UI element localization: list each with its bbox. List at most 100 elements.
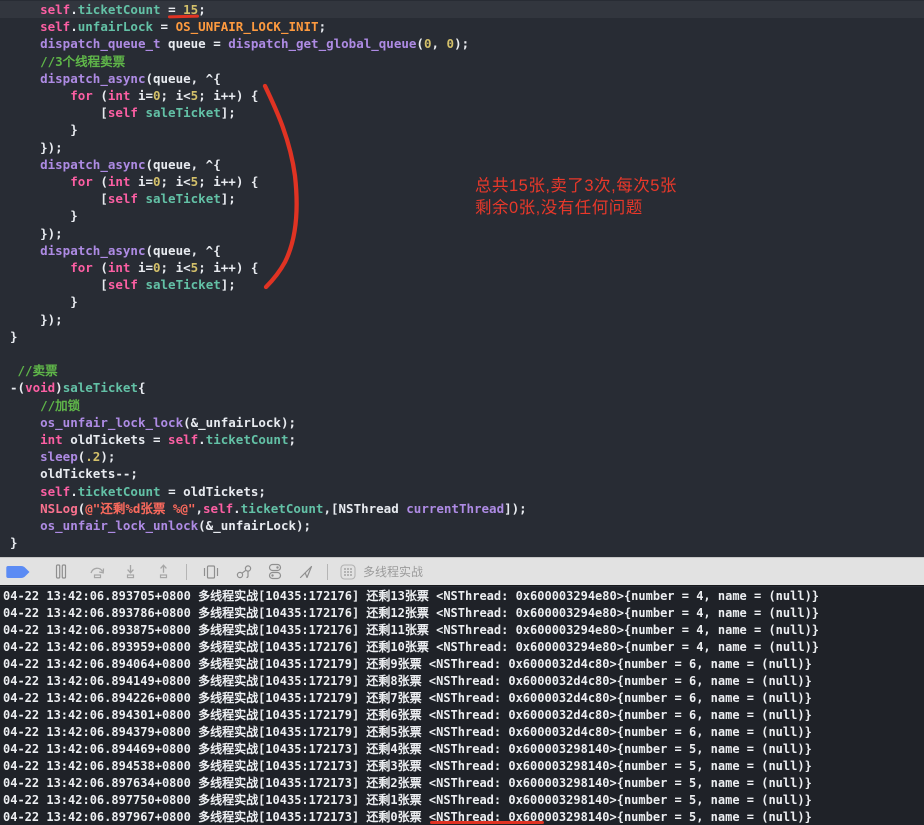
code-line: oldTickets--; [0,465,924,482]
code-token: ticketCount [205,432,289,448]
code-line: int oldTickets = self.ticketCount; [0,431,924,448]
code-token: saleTicket [145,191,221,207]
code-token: ]); [504,500,527,516]
console-line: 04-22 13:42:06.894301+0800 多线程实战[10435:1… [3,708,812,722]
code-token: ,[NSThread [323,500,407,516]
code-line: for (int i=0; i<5; i++) { [0,173,924,190]
code-line: [self saleTicket]; [0,104,924,121]
code-token: //加锁 [40,397,81,413]
code-line: self.unfairLock = OS_UNFAIR_LOCK_INIT; [0,18,924,35]
annotation-line-1: 总共15张,卖了3次,每次5张 [475,177,677,195]
code-token: ticketCount [240,500,324,516]
code-token: sleep [40,449,78,465]
code-line: for (int i=0; i<5; i++) { [0,259,924,276]
code-token: dispatch_async [40,242,146,258]
code-token: [ [10,277,108,293]
code-line: } [0,121,924,138]
code-line: self.ticketCount = oldTickets; [0,483,924,500]
code-lines: self.ticketCount = 15; self.unfairLock =… [0,1,924,552]
toolbar-divider [327,563,328,580]
code-token: ; i++) { [198,260,259,276]
code-line: } [0,207,924,224]
code-token: ; i++) { [198,174,259,190]
code-line: os_unfair_lock_lock(&_unfairLock); [0,414,924,431]
environment-overrides-icon[interactable] [266,561,284,583]
code-line: [self saleTicket]; [0,190,924,207]
code-line: }); [0,139,924,156]
annotation-text: 总共15张,卖了3次,每次5张 剩余0张,没有任何问题 [475,176,677,219]
xcode-window: self.ticketCount = 15; self.unfairLock =… [0,0,924,825]
code-token: dispatch_get_global_queue [228,36,417,52]
code-token: saleTicket [62,380,138,396]
code-editor[interactable]: self.ticketCount = 15; self.unfairLock =… [0,0,924,557]
code-token: ]; [220,277,236,293]
code-token: ; i< [160,88,191,104]
code-token: }); [10,311,63,327]
pause-icon[interactable] [53,561,69,583]
code-token: int [107,88,131,104]
code-token: oldTickets = [62,432,169,448]
code-line: } [0,534,924,551]
code-token: currentThread [406,500,505,516]
code-line: os_unfair_lock_unlock(&_unfairLock); [0,517,924,534]
console-output[interactable]: 04-22 13:42:06.893705+0800 多线程实战[10435:1… [0,587,924,825]
console-line: 04-22 13:42:06.893705+0800 多线程实战[10435:1… [3,589,820,603]
annotation-line-2: 剩余0张,没有任何问题 [475,198,643,217]
memory-graph-icon[interactable] [234,561,254,583]
code-token: -( [10,380,26,396]
code-token: ; [318,19,327,35]
step-into-icon[interactable] [121,561,139,583]
code-token: ticketCount [77,483,161,499]
console-line: 04-22 13:42:06.894226+0800 多线程实战[10435:1… [3,691,812,705]
code-token: 0 [153,174,161,190]
step-out-icon[interactable] [154,561,172,583]
toolbar-divider [186,563,187,580]
console-lines: 04-22 13:42:06.893705+0800 多线程实战[10435:1… [3,588,924,825]
code-token: ; [198,2,206,17]
code-line: NSLog(@"还剩%d张票 %@",self.ticketCount,[NST… [0,500,924,517]
code-token: i= [130,260,154,276]
code-line: //卖票 [0,362,924,379]
code-token: oldTickets--; [10,466,138,482]
console-line: 04-22 13:42:06.897750+0800 多线程实战[10435:1… [3,793,812,807]
code-token: ( [416,36,424,52]
console-line: 04-22 13:42:06.893959+0800 多线程实战[10435:1… [3,640,820,654]
console-line: 04-22 13:42:06.897634+0800 多线程实战[10435:1… [3,776,812,790]
code-token: ; i< [160,174,191,190]
code-token: saleTicket [145,277,221,293]
console-line: 04-22 13:42:06.894379+0800 多线程实战[10435:1… [3,725,812,739]
simulate-location-icon[interactable] [297,561,315,583]
code-line: self.ticketCount = 15; [0,1,924,19]
code-line: sleep(.2); [0,448,924,465]
console-line: 04-22 13:42:06.894149+0800 多线程实战[10435:1… [3,674,812,688]
code-token: int [107,174,131,190]
view-debugger-icon[interactable] [201,561,221,583]
code-token: self [168,432,199,448]
console-line: 04-22 13:42:06.893875+0800 多线程实战[10435:1… [3,623,820,637]
code-token: for [70,260,93,276]
step-over-icon[interactable] [88,561,106,583]
code-token: ; i++) { [198,88,259,104]
code-token: //卖票 [17,363,58,379]
code-token: }); [10,139,63,155]
code-token: { [137,380,146,396]
code-token: dispatch_queue_t [40,36,161,52]
breakpoint-arrow-icon[interactable] [4,561,32,583]
code-token: NSLog [40,500,78,516]
code-token: (&_unfairLock); [198,518,312,534]
code-token: } [10,535,18,551]
code-token: }); [10,225,63,241]
code-token: i= [130,174,154,190]
